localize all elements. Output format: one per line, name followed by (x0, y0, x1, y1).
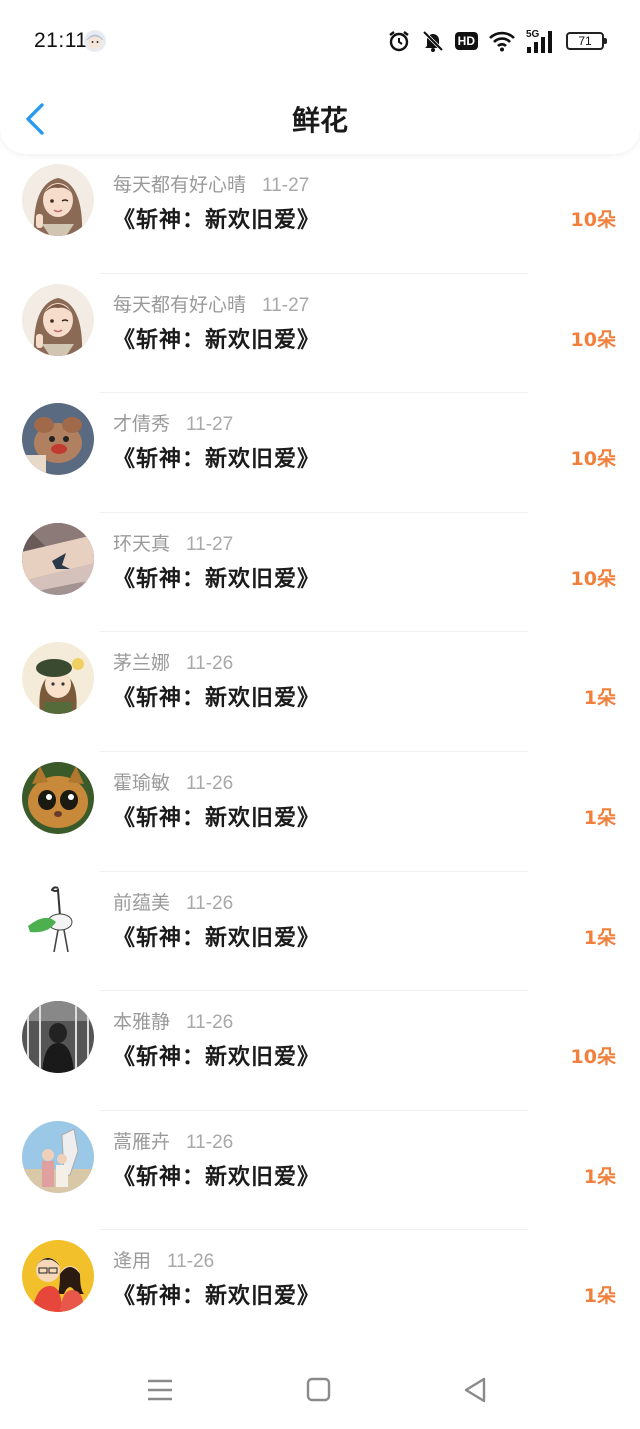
date: 11-26 (186, 892, 234, 914)
date: 11-26 (186, 653, 234, 675)
flower-list-item[interactable]: 前蕴美 11-26 《斩神：新欢旧爱》 1朵 (0, 872, 640, 992)
username: 前蕴美 (113, 891, 171, 914)
signal-5g-icon: 5G (526, 29, 552, 53)
flower-amount: 1朵 (583, 687, 616, 710)
date: 11-26 (186, 1131, 234, 1153)
network-label: 5G (526, 29, 540, 40)
home-square-icon[interactable] (305, 1377, 333, 1403)
item-meta: 霍瑜敏 11-26 (113, 768, 233, 794)
book-title: 《斩神：新欢旧爱》 (113, 686, 321, 712)
book-title: 《斩神：新欢旧爱》 (113, 1045, 321, 1071)
avatar[interactable] (22, 522, 94, 595)
username: 茅兰娜 (113, 652, 171, 675)
date: 11-27 (262, 175, 310, 196)
flower-list: 每天都有好心晴 11-27 《斩神：新欢旧爱》 10朵 每天都有好心晴 11-27 《斩神：… (0, 154, 640, 1350)
item-meta: 每天都有好心晴 11-27 (113, 170, 309, 196)
app-header: 21:11 HD 5G 71 鲜花 (0, 0, 640, 154)
item-meta: 蒿雁卉 11-26 (113, 1127, 233, 1153)
book-title: 《斩神：新欢旧爱》 (113, 805, 321, 831)
username: 环天真 (113, 532, 171, 555)
flower-list-item[interactable]: 每天都有好心晴 11-27 《斩神：新欢旧爱》 10朵 (0, 154, 640, 274)
book-title: 《斩神：新欢旧爱》 (113, 447, 321, 473)
flower-amount: 10朵 (570, 1046, 616, 1069)
flower-amount: 10朵 (570, 567, 616, 590)
book-title: 《斩神：新欢旧爱》 (113, 208, 321, 233)
item-meta: 环天真 11-27 (113, 529, 233, 555)
flower-amount: 10朵 (570, 209, 616, 231)
date: 11-27 (186, 533, 234, 555)
book-title: 《斩神：新欢旧爱》 (113, 1284, 321, 1310)
flower-list-item[interactable]: 本雅静 11-26 《斩神：新欢旧爱》 10朵 (0, 991, 640, 1111)
username: 本雅静 (113, 1011, 171, 1034)
status-time: 21:11 (34, 29, 88, 52)
flower-list-item[interactable]: 逄用 11-26 《斩神：新欢旧爱》 1朵 (0, 1230, 640, 1350)
item-meta: 茅兰娜 11-26 (113, 648, 233, 674)
username: 逄用 (113, 1250, 152, 1273)
book-title: 《斩神：新欢旧爱》 (113, 566, 321, 592)
username: 才倩秀 (113, 413, 171, 436)
book-title: 《斩神：新欢旧爱》 (113, 327, 321, 353)
menu-icon[interactable] (146, 1377, 174, 1403)
avatar[interactable] (22, 881, 94, 954)
username: 每天都有好心晴 (113, 293, 247, 316)
username: 霍瑜敏 (113, 771, 171, 794)
status-icons: HD 5G 71 (387, 26, 607, 56)
alarm-icon (388, 31, 409, 52)
system-nav-bar (0, 1345, 640, 1429)
flower-amount: 1朵 (583, 1285, 616, 1308)
item-meta: 逄用 11-26 (113, 1246, 214, 1272)
avatar[interactable] (22, 1120, 94, 1193)
avatar[interactable] (22, 403, 94, 476)
flower-amount: 10朵 (570, 448, 616, 471)
flower-list-item[interactable]: 蒿雁卉 11-26 《斩神：新欢旧爱》 1朵 (0, 1111, 640, 1231)
status-app-icon (84, 30, 106, 52)
avatar[interactable] (22, 642, 94, 715)
avatar[interactable] (22, 1001, 94, 1074)
flower-list-item[interactable]: 每天都有好心晴 11-27 《斩神：新欢旧爱》 10朵 (0, 274, 640, 394)
hd-icon: HD (454, 32, 478, 50)
date: 11-26 (186, 772, 234, 794)
flower-amount: 1朵 (583, 926, 616, 949)
item-meta: 每天都有好心晴 11-27 (113, 290, 309, 316)
flower-list-item[interactable]: 茅兰娜 11-26 《斩神：新欢旧爱》 1朵 (0, 632, 640, 752)
avatar[interactable] (22, 1240, 94, 1313)
avatar[interactable] (22, 164, 94, 236)
flower-amount: 1朵 (583, 806, 616, 829)
status-bar: 21:11 HD 5G 71 (0, 0, 640, 84)
avatar[interactable] (22, 283, 94, 356)
back-triangle-icon[interactable] (462, 1377, 490, 1403)
flower-amount: 1朵 (583, 1165, 616, 1188)
item-meta: 前蕴美 11-26 (113, 888, 233, 914)
username: 每天都有好心晴 (113, 174, 247, 196)
page-title: 鲜花 (291, 104, 348, 137)
book-title: 《斩神：新欢旧爱》 (113, 925, 321, 951)
flower-list-item[interactable]: 霍瑜敏 11-26 《斩神：新欢旧爱》 1朵 (0, 752, 640, 872)
username: 蒿雁卉 (113, 1130, 171, 1153)
date: 11-26 (167, 1251, 215, 1273)
flower-amount: 10朵 (570, 328, 616, 351)
flower-list-item[interactable]: 环天真 11-27 《斩神：新欢旧爱》 10朵 (0, 513, 640, 633)
date: 11-27 (186, 414, 234, 436)
date: 11-26 (186, 1012, 234, 1034)
item-meta: 才倩秀 11-27 (113, 409, 233, 435)
mute-bell-icon (422, 30, 443, 52)
item-meta: 本雅静 11-26 (113, 1007, 233, 1033)
battery-icon: 71 (566, 32, 607, 50)
wifi-icon (489, 31, 515, 52)
avatar[interactable] (22, 761, 94, 834)
flower-list-item[interactable]: 才倩秀 11-27 《斩神：新欢旧爱》 10朵 (0, 393, 640, 513)
book-title: 《斩神：新欢旧爱》 (113, 1164, 321, 1190)
date: 11-27 (262, 294, 310, 316)
